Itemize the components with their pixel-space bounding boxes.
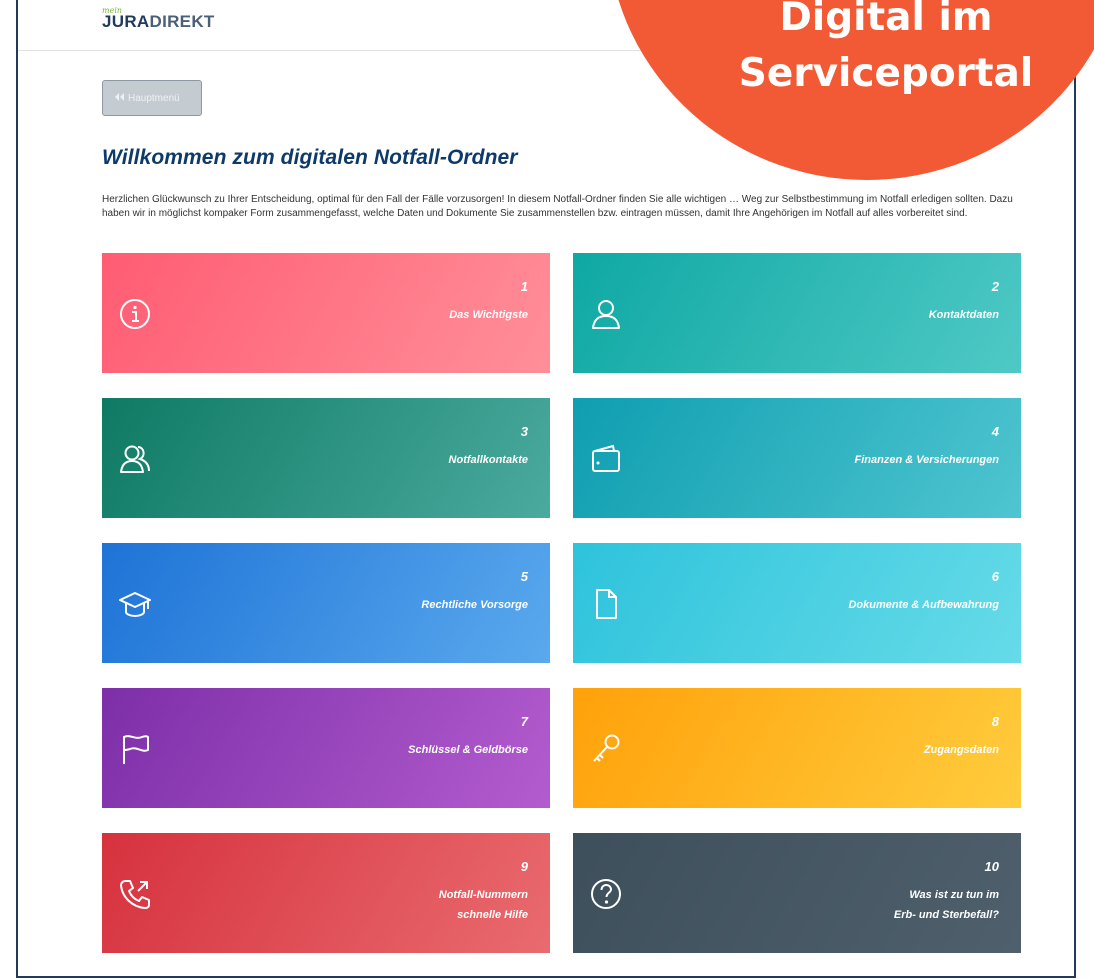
tile-zugangsdaten[interactable]: 8 Zugangsdaten: [573, 688, 1021, 808]
tile-das-wichtigste[interactable]: 1 Das Wichtigste: [102, 253, 550, 373]
tile-label: Was ist zu tun im Erb- und Sterbefall?: [894, 885, 999, 925]
tile-label: Notfallkontakte: [448, 454, 528, 466]
tile-label: Dokumente & Aufbewahrung: [848, 599, 999, 611]
tile-label-line: schnelle Hilfe: [457, 909, 528, 921]
tile-number: 10: [984, 859, 999, 874]
flag-icon: [118, 732, 152, 766]
tile-label-line: Erb- und Sterbefall?: [893, 909, 999, 921]
tile-rechtliche-vorsorge[interactable]: 5 Rechtliche Vorsorge: [102, 543, 550, 663]
intro-text: Herzlichen Glückwunsch zu Ihrer Entschei…: [102, 194, 1013, 219]
tile-erb-und-sterbefall[interactable]: 10 Was ist zu tun im Erb- und Sterbefall…: [573, 833, 1021, 953]
phone-call-icon: [118, 877, 152, 911]
tile-number: 5: [520, 569, 528, 584]
tile-number: 6: [991, 569, 999, 584]
tile-dokumente-aufbewahrung[interactable]: 6 Dokumente & Aufbewahrung: [573, 543, 1021, 663]
tile-label: Rechtliche Vorsorge: [421, 599, 528, 611]
callout-text: Digital im Serviceportal: [686, 0, 1086, 102]
tile-label-line: Notfall-Nummern: [438, 889, 528, 901]
tile-label: Das Wichtigste: [449, 309, 528, 321]
callout-line: Serviceportal: [738, 51, 1034, 96]
key-icon: [589, 732, 623, 766]
document-icon: [589, 587, 623, 621]
jura-direkt-logo[interactable]: mein JURADIREKT: [102, 6, 215, 32]
page-title: Willkommen zum digitalen Notfall-Ordner: [102, 146, 518, 169]
person-icon: [589, 297, 623, 331]
tile-number: 1: [520, 279, 528, 294]
question-icon: [589, 877, 623, 911]
logo-mein: mein: [102, 6, 123, 15]
tile-finanzen-versicherungen[interactable]: 4 Finanzen & Versicherungen: [573, 398, 1021, 518]
tile-label-line: Was ist zu tun im: [909, 889, 999, 901]
tile-label: Kontaktdaten: [928, 309, 999, 321]
tile-schluessel-geldboerse[interactable]: 7 Schlüssel & Geldbörse: [102, 688, 550, 808]
tile-label: Schlüssel & Geldbörse: [408, 744, 528, 756]
tile-number: 9: [520, 859, 528, 874]
double-chevron-left-icon: [115, 92, 124, 104]
tile-label: Zugangsdaten: [923, 744, 999, 756]
logo-direkt: DIREKT: [149, 12, 215, 31]
main-menu-button[interactable]: Hauptmenü: [102, 80, 202, 116]
people-icon: [118, 442, 152, 476]
tile-notfallkontakte[interactable]: 3 Notfallkontakte: [102, 398, 550, 518]
wallet-icon: [589, 442, 623, 476]
graduation-cap-icon: [118, 587, 152, 621]
tile-label: Notfall-Nummern schnelle Hilfe: [439, 885, 528, 925]
tile-number: 7: [520, 714, 528, 729]
tile-number: 4: [991, 424, 999, 439]
tile-notfall-nummern[interactable]: 9 Notfall-Nummern schnelle Hilfe: [102, 833, 550, 953]
tile-number: 3: [520, 424, 528, 439]
main-menu-label: Hauptmenü: [128, 92, 180, 104]
info-icon: [118, 297, 152, 331]
callout-line: Digital im: [779, 0, 993, 40]
tile-label: Finanzen & Versicherungen: [854, 454, 999, 466]
tile-number: 2: [991, 279, 999, 294]
tile-number: 8: [991, 714, 999, 729]
tile-kontaktdaten[interactable]: 2 Kontaktdaten: [573, 253, 1021, 373]
